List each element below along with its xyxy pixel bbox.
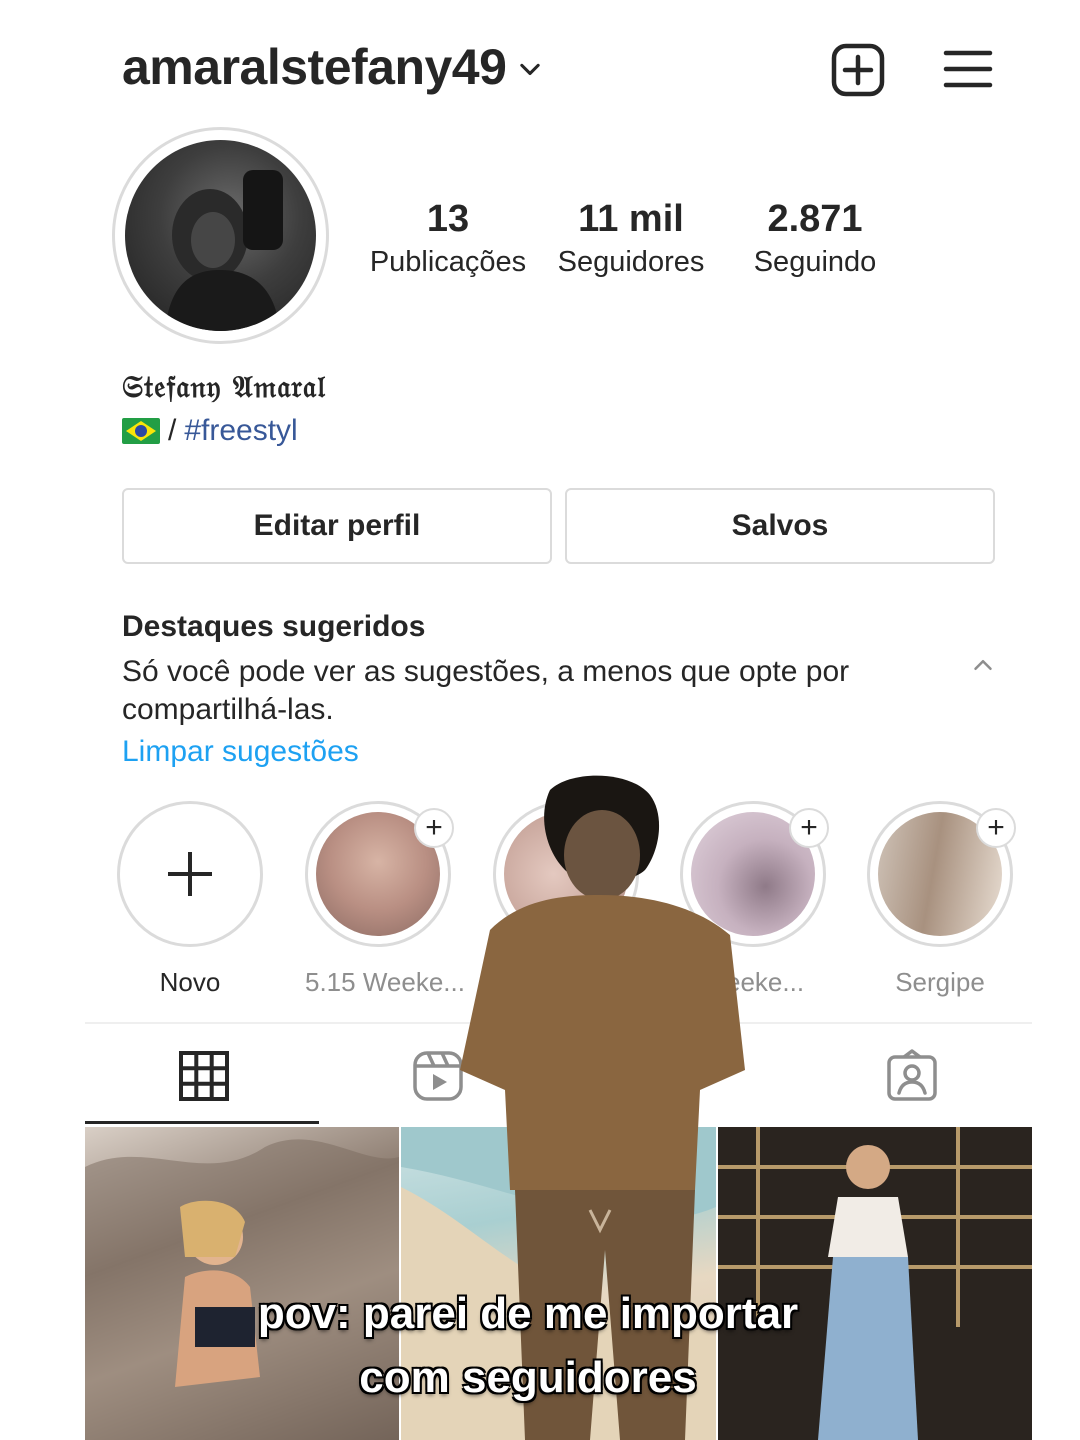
tagged-icon[interactable]	[884, 1048, 940, 1104]
followers-count: 11 mil	[578, 198, 684, 240]
new-post-button[interactable]	[830, 42, 886, 98]
stat-posts[interactable]: 13 Publicações	[363, 196, 533, 282]
new-highlight-circle	[117, 801, 263, 947]
highlights-description: Só você pode ver as sugestões, a menos q…	[122, 655, 850, 726]
bio: / #freestyl	[122, 414, 298, 448]
followers-label: Seguidores	[557, 246, 705, 278]
username: amaralstefany49	[122, 39, 507, 95]
brazil-flag-icon	[122, 418, 160, 444]
avatar-photo	[125, 140, 316, 331]
highlight-label: Novo	[159, 967, 221, 997]
caption-line-2: com seguidores	[359, 1353, 697, 1402]
chevron-down-icon	[520, 63, 541, 76]
highlights-title: Destaques sugeridos	[122, 610, 426, 643]
add-badge-icon[interactable]: +	[789, 808, 829, 848]
profile-avatar[interactable]	[112, 127, 329, 344]
display-name: 𝔖𝔱𝔢𝔣𝔞𝔫𝔶 𝔄𝔪𝔞𝔯𝔞𝔩	[122, 370, 326, 405]
active-tab-indicator	[85, 1121, 319, 1124]
caption-line-1: pov: parei de me importar	[257, 1289, 799, 1338]
following-label: Seguindo	[753, 246, 877, 278]
stat-followers[interactable]: 11 mil Seguidores	[546, 196, 716, 282]
highlight-new[interactable]: Novo	[117, 801, 263, 998]
bio-separator: /	[168, 414, 177, 447]
chevron-up-icon[interactable]	[968, 650, 998, 680]
grid-icon[interactable]	[176, 1048, 232, 1104]
edit-profile-button[interactable]: Editar perfil	[122, 488, 552, 564]
saved-button[interactable]: Salvos	[565, 488, 995, 564]
following-count: 2.871	[767, 198, 863, 240]
highlight-suggestion[interactable]: + 5.15 Weeke...	[305, 801, 465, 998]
clear-suggestions-link[interactable]: Limpar sugestões	[122, 735, 359, 769]
posts-label: Publicações	[369, 246, 527, 278]
add-square-icon	[831, 43, 885, 97]
account-switcher[interactable]: amaralstefany49	[122, 38, 544, 96]
highlight-label: Sergipe	[895, 967, 985, 997]
hamburger-menu-icon	[943, 50, 993, 88]
stat-following[interactable]: 2.871 Seguindo	[740, 196, 890, 282]
add-badge-icon[interactable]: +	[976, 808, 1016, 848]
bio-hashtag-link[interactable]: #freestyl	[184, 414, 297, 448]
add-badge-icon[interactable]: +	[414, 808, 454, 848]
menu-button[interactable]	[940, 44, 996, 94]
highlight-label: 5.15 Weeke...	[305, 967, 465, 997]
plus-icon	[168, 852, 212, 896]
video-caption: pov: parei de me importar com seguidores	[0, 1282, 1056, 1410]
highlight-suggestion[interactable]: + Sergipe	[867, 801, 1016, 998]
posts-count: 13	[426, 198, 470, 240]
